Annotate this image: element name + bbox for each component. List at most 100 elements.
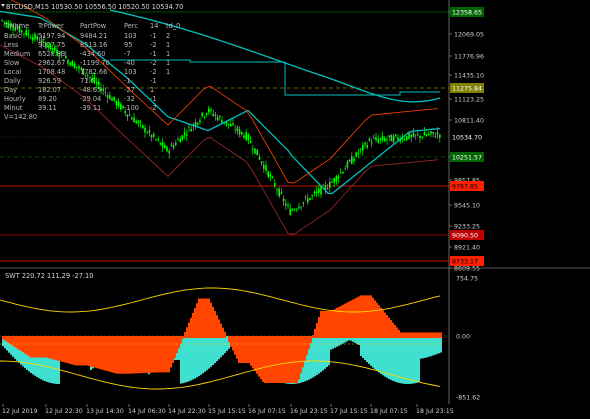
histogram-bar xyxy=(368,295,370,338)
histogram-bar xyxy=(186,336,188,383)
histogram-bar xyxy=(440,332,442,338)
histogram-bar xyxy=(416,332,418,338)
candle xyxy=(298,206,300,209)
candle xyxy=(247,134,250,141)
candle xyxy=(23,33,25,35)
candle xyxy=(260,161,263,164)
candle xyxy=(333,177,335,183)
candle xyxy=(419,135,421,139)
indicator-title: SWT 220.72 111.29 -27.10 xyxy=(5,272,93,280)
candle xyxy=(375,137,377,141)
candle xyxy=(337,176,340,179)
histogram-bar xyxy=(348,301,350,338)
histogram-bar xyxy=(382,336,384,376)
table-cell: 1 xyxy=(166,41,170,49)
candle xyxy=(155,139,157,140)
candle xyxy=(214,114,217,116)
histogram-bar xyxy=(318,336,320,374)
candle xyxy=(29,37,32,39)
histogram-bar xyxy=(224,336,226,354)
candle xyxy=(265,165,267,171)
chart-title: BTCUSD,M15 10530.50 10556.50 10520.50 10… xyxy=(6,3,183,11)
histogram-bar xyxy=(436,332,438,338)
histogram-bar xyxy=(376,302,378,338)
candle xyxy=(115,101,118,106)
candle xyxy=(201,112,203,117)
candle xyxy=(144,127,146,133)
price-level-label: 11275.84 xyxy=(452,86,482,93)
histogram-bar xyxy=(56,336,58,361)
table-header-cell: Perc xyxy=(124,22,138,30)
histogram-bar xyxy=(200,298,202,338)
histogram-bar xyxy=(316,336,318,375)
trading-chart[interactable]: BTCUSD,M15 10530.50 10556.50 10520.50 10… xyxy=(0,0,590,419)
histogram-bar xyxy=(396,327,398,338)
histogram-bar xyxy=(324,311,326,338)
histogram-bar xyxy=(370,295,372,338)
candle xyxy=(331,181,333,183)
histogram-bar xyxy=(438,336,440,354)
candle xyxy=(170,144,173,147)
histogram-bar xyxy=(406,332,408,338)
histogram-bar xyxy=(172,336,174,363)
histogram-bar xyxy=(44,336,46,358)
histogram-bar xyxy=(194,336,196,379)
candle xyxy=(166,146,168,152)
histogram-bar xyxy=(354,298,356,338)
table-cell: Medium xyxy=(4,50,30,58)
candle xyxy=(208,108,210,113)
histogram-bar xyxy=(206,298,208,338)
histogram-bar xyxy=(330,336,332,350)
histogram-bar xyxy=(316,323,318,338)
candle xyxy=(362,145,364,151)
histogram-bar xyxy=(362,336,364,359)
candle xyxy=(289,208,291,215)
histogram-bar xyxy=(78,336,80,366)
histogram-bar xyxy=(232,336,234,351)
histogram-bar xyxy=(356,297,358,338)
histogram-bar xyxy=(424,332,426,338)
histogram-bar xyxy=(50,336,52,359)
histogram-bar xyxy=(430,332,432,338)
histogram-bar xyxy=(206,336,208,371)
histogram-bar xyxy=(402,332,404,338)
histogram-bar xyxy=(182,336,184,384)
histogram-bar xyxy=(430,336,432,357)
candle xyxy=(296,209,298,211)
table-cell: 9007.75 xyxy=(38,41,65,49)
histogram-bar xyxy=(434,332,436,338)
table-cell: Minut xyxy=(4,104,23,112)
histogram-bar xyxy=(208,336,210,369)
candle xyxy=(212,114,214,116)
histogram-bar xyxy=(20,336,22,351)
histogram-bar xyxy=(262,336,264,382)
histogram-bar xyxy=(104,336,106,371)
histogram-bar xyxy=(326,311,328,338)
candle xyxy=(137,121,140,124)
table-cell: 89.20 xyxy=(38,95,57,103)
price-level-label: 10534.70 xyxy=(452,135,482,142)
histogram-bar xyxy=(362,295,364,338)
candle xyxy=(406,136,408,141)
histogram-bar xyxy=(428,332,430,338)
histogram-bar xyxy=(158,336,160,373)
histogram-bar xyxy=(94,336,96,368)
candle xyxy=(120,104,122,110)
histogram-bar xyxy=(4,336,6,341)
histogram-bar xyxy=(198,336,200,377)
histogram-bar xyxy=(34,336,36,358)
histogram-bar xyxy=(408,336,410,384)
candle xyxy=(135,121,137,124)
histogram-bar xyxy=(188,322,190,338)
histogram-bar xyxy=(418,332,420,338)
histogram-bar xyxy=(8,336,10,344)
time-tick-label: 17 Jul 15:15 xyxy=(330,408,368,415)
histogram-bar xyxy=(202,336,204,374)
candle xyxy=(293,209,296,211)
histogram-bar xyxy=(208,298,210,338)
price-tick-label: 12069.05 xyxy=(454,32,484,39)
histogram-bar xyxy=(390,320,392,338)
histogram-bar xyxy=(292,336,294,383)
histogram-bar xyxy=(312,336,314,378)
histogram-bar xyxy=(314,336,316,377)
